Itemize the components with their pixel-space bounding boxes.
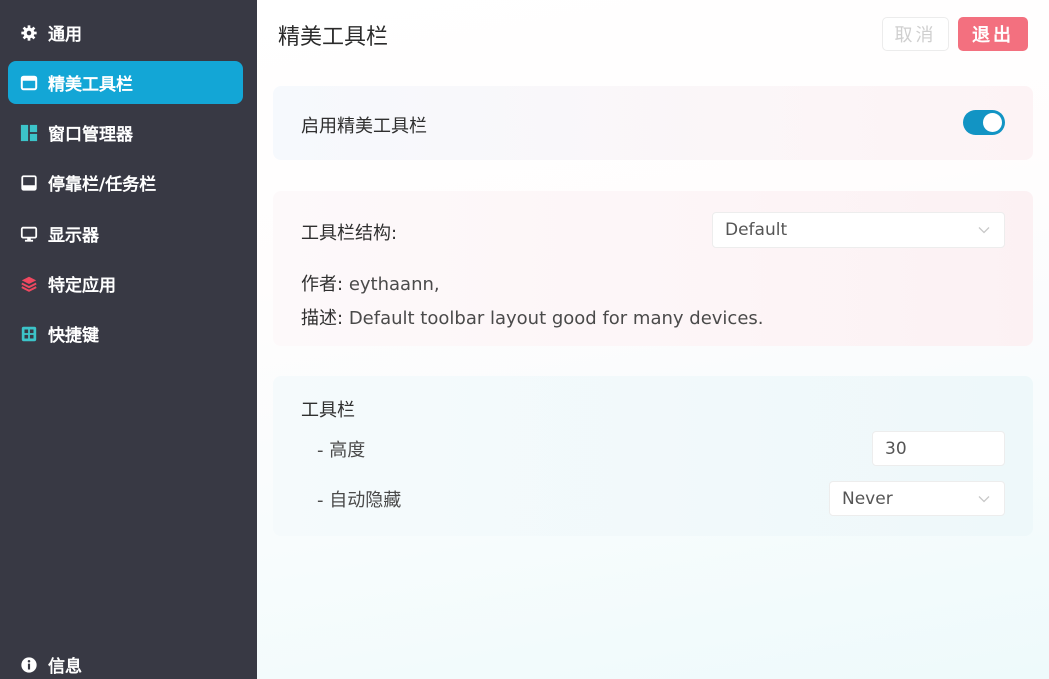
sidebar-item-label: 窗口管理器: [48, 125, 133, 145]
sidebar-item-label: 精美工具栏: [48, 75, 133, 95]
info-icon: [19, 655, 39, 675]
structure-select-value: Default: [725, 220, 788, 240]
enable-toggle[interactable]: [963, 110, 1005, 135]
height-label: - 高度: [317, 440, 366, 461]
tiles-icon: [19, 123, 39, 143]
gear-icon: [19, 23, 39, 43]
sidebar-item-label: 停靠栏/任务栏: [48, 175, 157, 195]
main-panel: 精美工具栏 取消 退出 启用精美工具栏 工具栏结构: Default 作者: e…: [257, 0, 1049, 679]
toggle-knob: [983, 113, 1002, 132]
page-title: 精美工具栏: [278, 25, 389, 50]
sidebar-item-info[interactable]: 信息: [8, 643, 243, 679]
sidebar-item-label: 信息: [48, 657, 82, 677]
sidebar-item-dock-taskbar[interactable]: 停靠栏/任务栏: [8, 161, 243, 204]
structure-label: 工具栏结构:: [301, 223, 398, 244]
sidebar-item-window-manager[interactable]: 窗口管理器: [8, 111, 243, 154]
layers-icon: [19, 274, 39, 294]
author-value: eythaann,: [348, 274, 440, 295]
window-icon: [19, 73, 39, 93]
chevron-down-icon: [978, 495, 990, 502]
sidebar-item-app-specific[interactable]: 特定应用: [8, 262, 243, 305]
description-value: Default toolbar layout good for many dev…: [348, 308, 764, 329]
sidebar-item-label: 显示器: [48, 226, 99, 246]
structure-card: 工具栏结构: Default 作者: eythaann, 描述: Default…: [273, 191, 1033, 346]
height-input[interactable]: 30: [872, 431, 1005, 466]
description-line: 描述: Default toolbar layout good for many…: [301, 304, 764, 330]
cancel-button[interactable]: 取消: [882, 17, 949, 51]
dock-icon: [19, 173, 39, 193]
autohide-select-value: Never: [842, 488, 893, 509]
sidebar-item-label: 快捷键: [48, 326, 99, 346]
sidebar-item-general[interactable]: 通用: [8, 11, 243, 54]
author-line: 作者: eythaann,: [301, 270, 440, 296]
autohide-select[interactable]: Never: [829, 481, 1005, 516]
enable-label: 启用精美工具栏: [301, 116, 427, 137]
enable-card: 启用精美工具栏: [273, 86, 1033, 160]
monitor-icon: [19, 224, 39, 244]
keyboard-icon: [19, 324, 39, 344]
autohide-label: - 自动隐藏: [317, 490, 402, 511]
sidebar-item-label: 特定应用: [48, 276, 116, 296]
sidebar-item-label: 通用: [48, 25, 82, 45]
toolbar-section-title: 工具栏: [301, 400, 355, 421]
toolbar-card: 工具栏 - 高度 30 - 自动隐藏 Never: [273, 376, 1033, 536]
structure-select[interactable]: Default: [712, 212, 1005, 248]
description-label: 描述:: [301, 308, 344, 329]
author-label: 作者:: [301, 274, 344, 295]
chevron-down-icon: [978, 227, 990, 234]
sidebar-item-fancy-toolbar[interactable]: 精美工具栏: [8, 61, 243, 104]
exit-button[interactable]: 退出: [958, 17, 1028, 51]
height-input-value: 30: [885, 438, 907, 459]
sidebar-item-monitors[interactable]: 显示器: [8, 212, 243, 255]
sidebar: 通用 精美工具栏 窗口管理器 停靠栏/任务栏 显示器 特定应用 快捷键 信息: [0, 0, 257, 679]
sidebar-item-shortcuts[interactable]: 快捷键: [8, 312, 243, 355]
